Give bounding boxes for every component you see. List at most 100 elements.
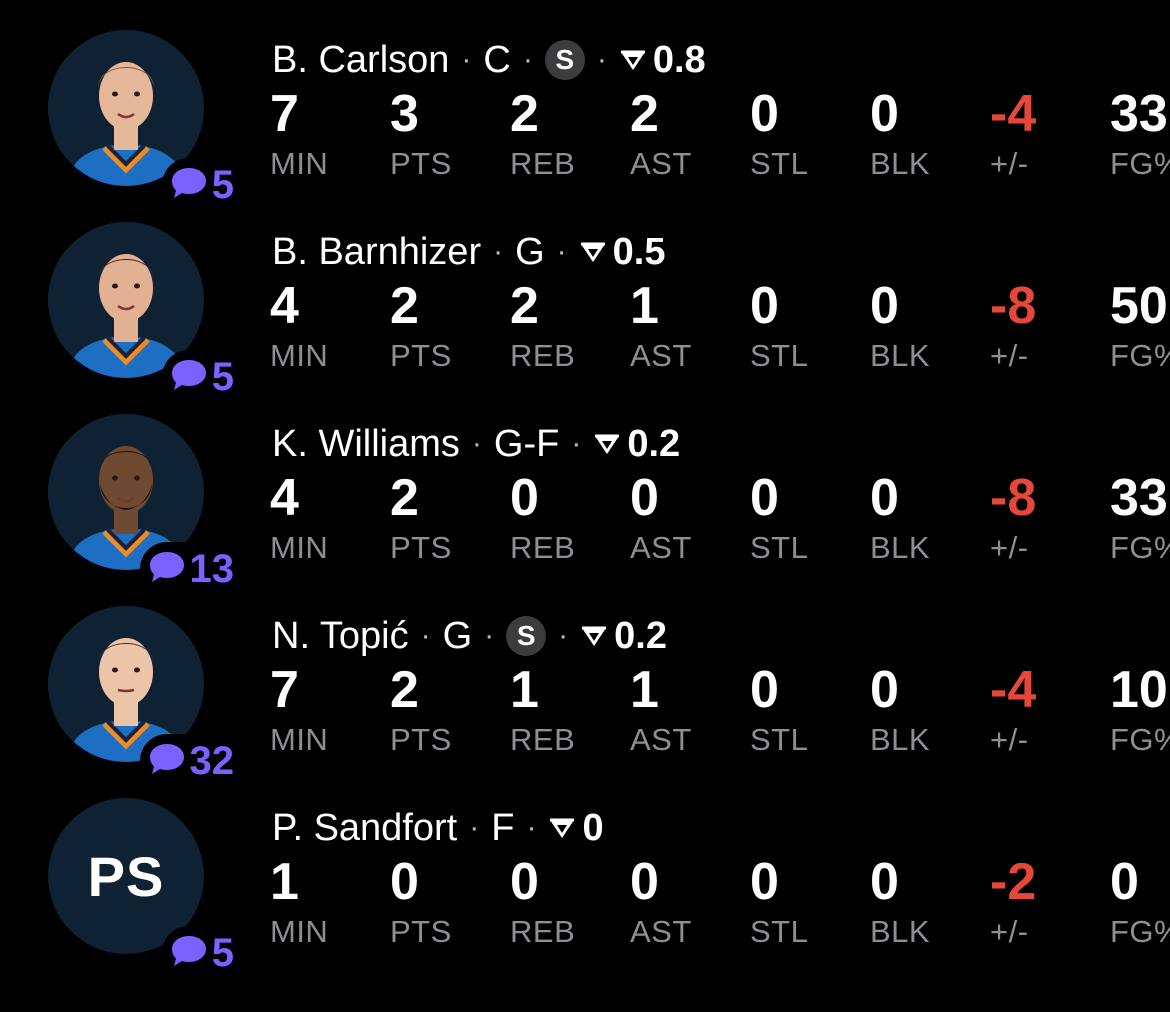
separator-dot: · [596, 43, 607, 76]
stat-label: BLK [870, 338, 931, 373]
stat-cell: 0 AST [630, 466, 750, 566]
stat-value: -8 [990, 469, 1037, 527]
rating-funnel-icon [548, 807, 576, 850]
starter-badge: S [544, 40, 585, 80]
separator-dot: · [526, 811, 537, 844]
comment-badge-area: 13 [0, 414, 236, 606]
player-position: G-F [493, 422, 560, 465]
player-info-line: B. Carlson · C · S · 0.8 [272, 36, 706, 84]
stat-cell: 0 AST [630, 850, 750, 950]
stat-label: AST [630, 530, 692, 565]
stat-cell: 0 STL [750, 466, 870, 566]
separator-dot: · [461, 43, 472, 76]
stat-label: FG% [1110, 722, 1170, 757]
stat-cell: 0 BLK [870, 658, 990, 758]
player-info-line: B. Barnhizer · G · 0.5 [272, 228, 665, 276]
stat-value: 0 [750, 277, 779, 335]
player-row[interactable]: PS 5 P. Sandfort · F · 0 1 MIN 0 PTS 0 REB 0 AST 0 STL… [0, 798, 1170, 990]
comment-count: 13 [189, 547, 235, 591]
stat-value: 4 [270, 277, 299, 335]
rating-funnel-icon [579, 231, 607, 274]
stat-label: PTS [390, 914, 452, 949]
stat-value: 33 [1110, 85, 1168, 143]
player-row[interactable]: 13 K. Williams · G-F · 0.2 4 MIN 2 PTS 0 REB 0 AST 0 S… [0, 414, 1170, 606]
stat-value: 4 [270, 469, 299, 527]
rating-funnel-icon [619, 39, 647, 82]
comment-badge-area: 5 [0, 30, 236, 222]
stat-cell: -4 +/- [990, 82, 1110, 182]
comments-button[interactable]: 13 [139, 542, 236, 596]
stat-cell: 0 BLK [870, 466, 990, 566]
player-name[interactable]: B. Barnhizer [272, 231, 481, 274]
stat-value: 0 [510, 853, 539, 911]
player-name[interactable]: P. Sandfort [272, 807, 457, 850]
stat-value: 0 [1110, 853, 1139, 911]
comments-button[interactable]: 5 [161, 350, 236, 404]
separator-dot: · [484, 619, 495, 652]
comments-button[interactable]: 32 [139, 734, 236, 788]
comments-button[interactable]: 5 [161, 926, 236, 980]
chat-bubble-icon [148, 550, 186, 589]
stat-value: 2 [390, 661, 419, 719]
stat-label: PTS [390, 338, 452, 373]
stat-cell: 0 BLK [870, 274, 990, 374]
comments-button[interactable]: 5 [161, 158, 236, 212]
stat-cell: 1 MIN [270, 850, 390, 950]
stat-value: 2 [510, 85, 539, 143]
stat-cell: 10FG% [1110, 658, 1170, 758]
stat-cell: 4 MIN [270, 274, 390, 374]
chat-bubble-icon [170, 166, 208, 205]
comment-badge-area: 32 [0, 606, 236, 798]
player-row[interactable]: 5 B. Carlson · C · S · 0.8 7 MIN 3 PTS 2 REB 2 AST 0 STL… [0, 30, 1170, 222]
stat-label: MIN [270, 914, 329, 949]
player-name[interactable]: N. Topić [272, 615, 409, 658]
separator-dot: · [556, 235, 567, 268]
comment-badge-area: 5 [0, 798, 236, 990]
stat-cell: 0 STL [750, 82, 870, 182]
player-position: G [442, 614, 473, 657]
stat-label: MIN [270, 722, 329, 757]
player-position: C [483, 38, 511, 81]
comment-count: 5 [211, 163, 234, 207]
separator-dot: · [571, 427, 582, 460]
stat-label: STL [750, 146, 809, 181]
stat-cell: 0 STL [750, 274, 870, 374]
stat-value: 7 [270, 85, 299, 143]
player-row[interactable]: 32 N. Topić · G · S · 0.2 7 MIN 2 PTS 1 REB 1 AST 0 STL 0… [0, 606, 1170, 798]
player-position: G [515, 230, 545, 273]
player-row[interactable]: 5 B. Barnhizer · G · 0.5 4 MIN 2 PTS 2 REB 1 AST 0 STL… [0, 222, 1170, 414]
stat-value: 0 [750, 661, 779, 719]
stat-value: 3 [390, 85, 419, 143]
stat-value: 0 [750, 853, 779, 911]
player-rating: 0.8 [652, 38, 706, 81]
starter-badge: S [506, 616, 547, 656]
stat-label: +/- [990, 722, 1029, 757]
stat-label: PTS [390, 146, 452, 181]
stat-cell: 0 REB [510, 850, 630, 950]
stat-value: 0 [870, 469, 899, 527]
player-rating: 0.2 [614, 614, 667, 657]
stat-value: 0 [870, 661, 899, 719]
stat-cell: 2 REB [510, 274, 630, 374]
stat-label: BLK [870, 914, 931, 949]
stat-value: -8 [990, 277, 1037, 335]
stat-value: -2 [990, 853, 1037, 911]
stat-label: AST [630, 338, 692, 373]
stat-label: REB [510, 338, 576, 373]
comment-count: 5 [211, 355, 234, 399]
stat-value: -4 [990, 661, 1037, 719]
stat-cell: 0 PTS [390, 850, 510, 950]
stat-cell: -8 +/- [990, 466, 1110, 566]
stat-value: 0 [630, 469, 659, 527]
stat-cell: 7 MIN [270, 658, 390, 758]
stat-label: FG% [1110, 146, 1170, 181]
player-name[interactable]: B. Carlson [272, 39, 449, 82]
stat-cell: 1 REB [510, 658, 630, 758]
comment-count: 5 [211, 931, 234, 975]
stat-value: 0 [870, 853, 899, 911]
stat-label: STL [750, 530, 809, 565]
stat-value: 0 [390, 853, 419, 911]
stat-value: 0 [510, 469, 539, 527]
player-name[interactable]: K. Williams [272, 423, 460, 466]
chat-bubble-icon [148, 742, 186, 781]
